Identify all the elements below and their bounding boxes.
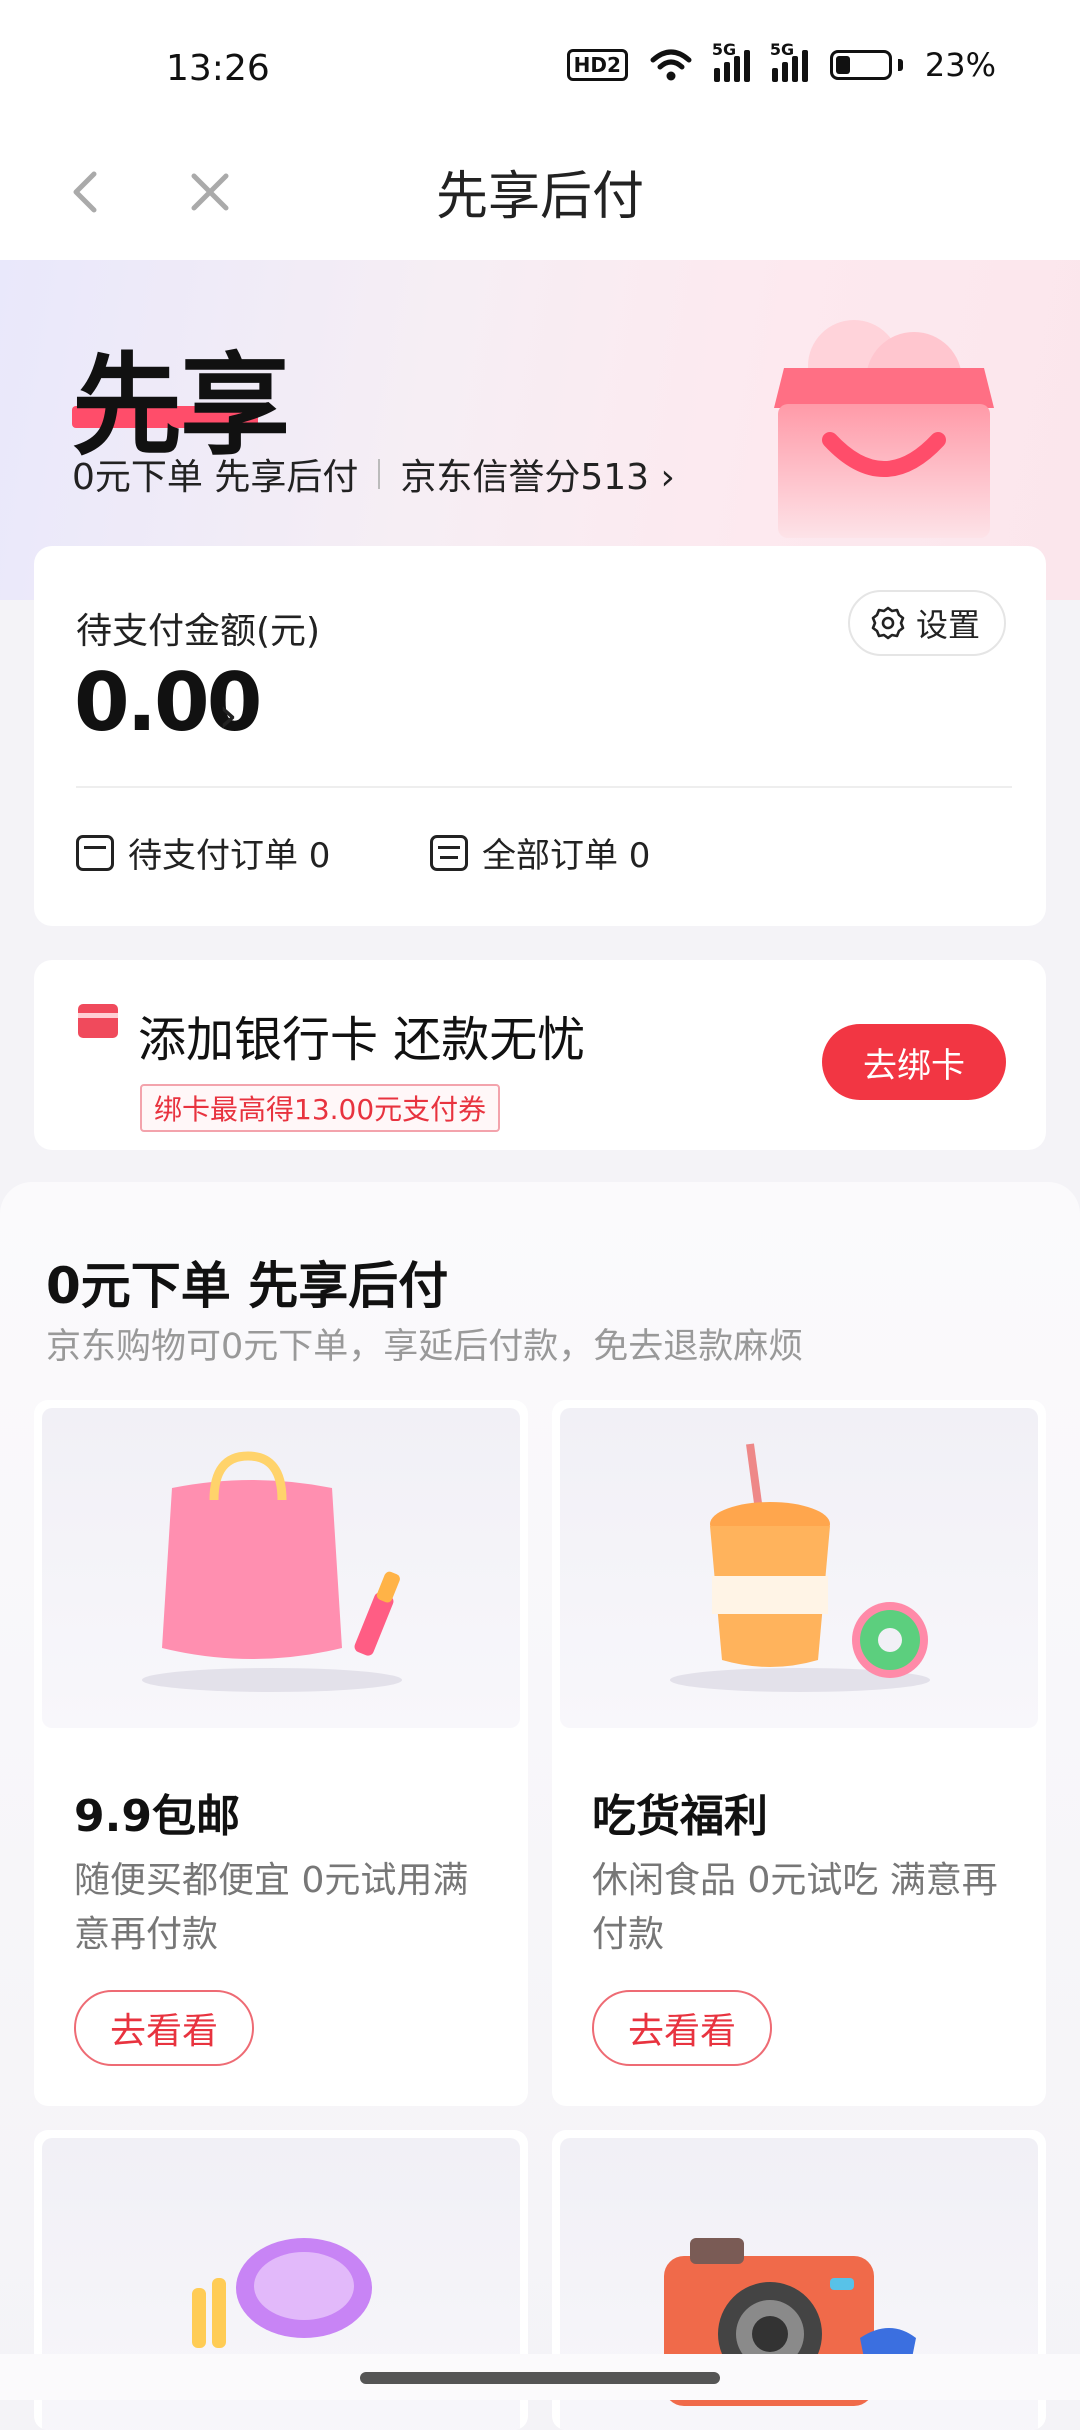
- tile-description: 随便买都便宜 0元试用满意再付款: [74, 1860, 469, 1955]
- settings-label: 设置: [915, 606, 980, 644]
- status-bar: 13:26 HD2 5G 5G 23%: [0, 0, 1080, 132]
- gear-icon: [871, 606, 905, 640]
- tile-title: 9.9包邮: [74, 1791, 240, 1842]
- view-button[interactable]: 去看看: [592, 1990, 772, 2066]
- cellular-signal-icon: 5G: [770, 40, 808, 82]
- battery-icon: [829, 50, 903, 80]
- all-orders-label: 全部订单 0: [482, 836, 651, 876]
- pending-orders-label: 待支付订单 0: [128, 836, 331, 876]
- pending-orders-link[interactable]: 待支付订单 0: [76, 828, 330, 877]
- bank-card-icon: [78, 1004, 118, 1038]
- promo-description: 京东购物可0元下单，享延后付款，免去退款麻烦: [46, 1327, 804, 1367]
- credit-score-link[interactable]: 京东信誉分513 ›: [400, 448, 675, 500]
- status-icons: HD2 5G 5G 23%: [566, 40, 996, 84]
- hero-subtitle-row: 0元下单 先享后付 京东信誉分513 ›: [72, 448, 675, 500]
- hd-voice-icon: HD2: [566, 49, 628, 81]
- promo-title: 0元下单 先享后付: [46, 1257, 449, 1315]
- shopping-bag-icon: [774, 320, 994, 538]
- promo-tile[interactable]: 吃货福利 休闲食品 0元试吃 满意再付款 去看看: [552, 1400, 1046, 2106]
- divider: [76, 786, 1012, 788]
- pending-amount-label: 待支付金额(元): [76, 611, 321, 652]
- hero-tagline: 0元下单 先享后付: [72, 457, 359, 498]
- nav-bar: 先享后付: [0, 132, 1080, 260]
- tile-title: 吃货福利: [592, 1791, 768, 1842]
- divider: [378, 459, 381, 489]
- view-button[interactable]: 去看看: [74, 1990, 254, 2066]
- wallet-icon: [76, 834, 114, 871]
- coffee-cup-icon: [670, 1443, 930, 1692]
- bank-card-title: 添加银行卡 还款无忧: [138, 1012, 586, 1068]
- chevron-right-icon: ›: [660, 457, 675, 498]
- bind-card-button[interactable]: 去绑卡: [822, 1024, 1006, 1100]
- tile-description: 休闲食品 0元试吃 满意再付款: [592, 1860, 998, 1955]
- shopping-bag-icon: [142, 1451, 402, 1692]
- coupon-badge: 绑卡最高得13.00元支付券: [140, 1084, 501, 1132]
- page-title: 先享后付: [435, 167, 644, 227]
- pending-payment-card: 待支付金额(元) 0.00 › 设置 待支付订单 0 全部订单 0: [34, 546, 1046, 926]
- home-indicator[interactable]: [360, 2372, 720, 2384]
- settings-button[interactable]: 设置: [847, 590, 1006, 656]
- cellular-signal-icon: 5G: [712, 40, 750, 82]
- wifi-icon: [650, 49, 692, 81]
- list-icon: [430, 834, 468, 871]
- promo-tile[interactable]: 9.9包邮 随便买都便宜 0元试用满意再付款 去看看: [34, 1400, 528, 2106]
- all-orders-link[interactable]: 全部订单 0: [430, 828, 650, 877]
- credit-score-label: 京东信誉分513: [400, 457, 650, 498]
- tile-image: [42, 1408, 520, 1728]
- battery-percent: 23%: [924, 46, 996, 84]
- status-time: 13:26: [166, 48, 270, 89]
- tile-image: [560, 1408, 1038, 1728]
- chevron-right-icon[interactable]: ›: [218, 686, 238, 744]
- bind-bank-card-banner: 添加银行卡 还款无忧 绑卡最高得13.00元支付券 去绑卡: [34, 960, 1046, 1150]
